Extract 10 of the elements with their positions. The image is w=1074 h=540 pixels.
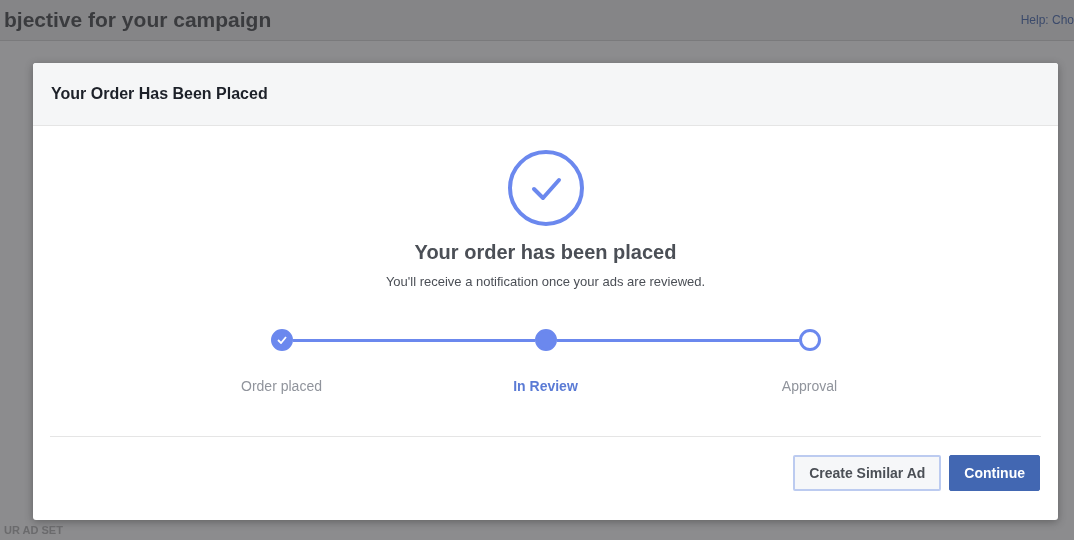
step-label: Approval	[781, 378, 838, 394]
confirmation-message: You'll receive a notification once your ads are reviewed.	[385, 274, 706, 289]
confirmation-heading: Your order has been placed	[414, 241, 677, 264]
check-circle-icon	[506, 149, 585, 227]
step-label: In Review	[513, 378, 578, 394]
continue-button[interactable]: Continue	[949, 455, 1040, 491]
dialog-title: Your Order Has Been Placed	[51, 85, 268, 103]
page-title: bjective for your campaign	[4, 8, 272, 32]
create-similar-button[interactable]: Create Similar Ad	[793, 455, 942, 491]
step-label: Order placed	[241, 378, 322, 394]
